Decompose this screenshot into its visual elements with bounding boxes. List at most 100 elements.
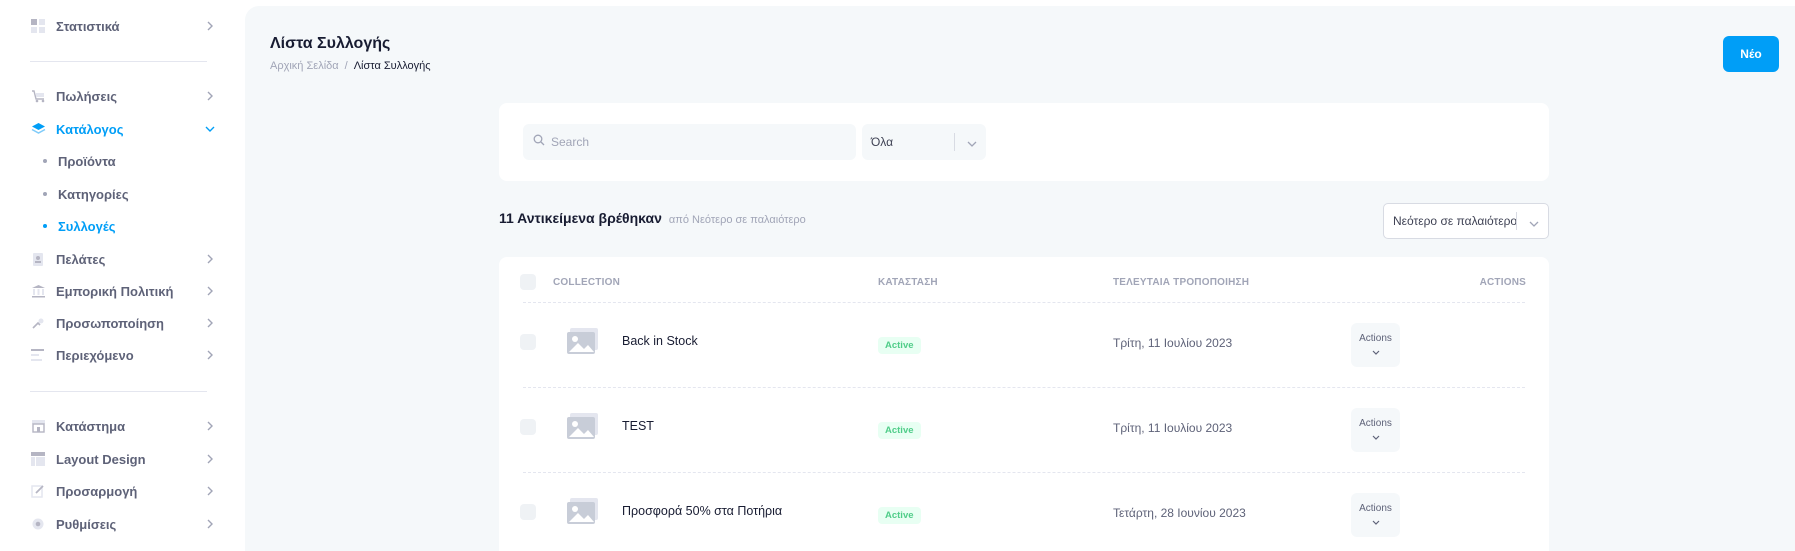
sidebar-item-label: Προσωποποίηση — [56, 315, 164, 331]
sidebar-item-customize[interactable]: Προσαρμογή — [30, 476, 215, 506]
results-sort-hint: από Νεότερο σε παλαιότερο — [668, 214, 806, 226]
stats-icon — [30, 18, 46, 34]
bullet-icon — [43, 192, 47, 196]
breadcrumb-separator: / — [344, 60, 348, 72]
chevron-right-icon — [205, 286, 215, 296]
sidebar: Στατιστικά Πωλήσεις Κατάλογος Προϊόντα Κ… — [0, 0, 245, 551]
sidebar-item-store[interactable]: Κατάστημα — [30, 411, 215, 441]
collections-table: COLLECTION ΚΑΤΑΣΤΑΣΗ ΤΕΛΕΥΤΑΙΑ ΤΡΟΠΟΠΟΙΗ… — [499, 257, 1549, 551]
chevron-right-icon — [205, 350, 215, 360]
sort-select-value: Νεότερο σε παλαιότερο — [1393, 214, 1518, 228]
page-title: Λίστα Συλλογής — [270, 35, 391, 52]
search-box — [523, 124, 856, 160]
chevron-down-icon — [1372, 432, 1380, 443]
sidebar-item-customers[interactable]: Πελάτες — [30, 244, 215, 274]
chevron-right-icon — [205, 91, 215, 101]
chevron-down-icon — [1529, 217, 1539, 231]
column-header-actions: ACTIONS — [1479, 277, 1526, 288]
chevron-right-icon — [205, 519, 215, 529]
bank-icon — [30, 283, 46, 299]
sidebar-subitem-categories[interactable]: Κατηγορίες — [43, 181, 213, 207]
actions-label: Actions — [1359, 417, 1392, 429]
sidebar-item-personalization[interactable]: Προσωποποίηση — [30, 308, 215, 338]
chevron-down-icon — [1372, 347, 1380, 358]
sidebar-item-sales[interactable]: Πωλήσεις — [30, 81, 215, 111]
breadcrumb-home[interactable]: Αρχική Σελίδα — [270, 60, 339, 72]
user-personalize-icon — [30, 315, 46, 331]
image-placeholder-icon — [563, 492, 603, 532]
sidebar-item-commercial-policy[interactable]: Εμπορική Πολιτική — [30, 276, 215, 306]
bullet-icon — [43, 159, 47, 163]
collection-name[interactable]: Προσφορά 50% στα Ποτήρια — [622, 504, 782, 518]
sidebar-item-content[interactable]: Περιεχόμενο — [30, 340, 215, 370]
layers-icon — [30, 121, 46, 137]
main-content: Λίστα Συλλογής Αρχική Σελίδα / Λίστα Συλ… — [245, 6, 1795, 551]
select-divider — [1516, 212, 1517, 230]
collection-name[interactable]: TEST — [622, 419, 654, 433]
search-icon — [533, 133, 545, 151]
sidebar-divider — [30, 61, 207, 62]
chevron-down-icon — [967, 137, 977, 151]
actions-button[interactable]: Actions — [1351, 323, 1400, 367]
breadcrumb: Αρχική Σελίδα / Λίστα Συλλογής — [270, 60, 431, 72]
pencil-icon — [30, 483, 46, 499]
actions-label: Actions — [1359, 332, 1392, 344]
gear-icon — [30, 516, 46, 532]
sidebar-subitem-collections[interactable]: Συλλογές — [43, 213, 213, 239]
cart-icon — [30, 88, 46, 104]
row-checkbox[interactable] — [520, 419, 536, 435]
status-badge: Active — [878, 422, 921, 439]
address-book-icon — [30, 251, 46, 267]
row-divider — [523, 387, 1525, 388]
chevron-right-icon — [205, 254, 215, 264]
column-header-status: ΚΑΤΑΣΤΑΣΗ — [878, 277, 938, 288]
sidebar-divider — [30, 391, 207, 392]
sidebar-subitem-label: Κατηγορίες — [58, 186, 129, 202]
store-icon — [30, 418, 46, 434]
column-header-collection: COLLECTION — [553, 277, 620, 288]
filter-card: Όλα — [499, 103, 1549, 181]
sidebar-item-label: Στατιστικά — [56, 18, 120, 34]
chevron-right-icon — [205, 486, 215, 496]
column-header-last-modified: ΤΕΛΕΥΤΑΙΑ ΤΡΟΠΟΠΟΙΗΣΗ — [1113, 277, 1250, 288]
bullet-icon — [43, 224, 47, 228]
status-select[interactable]: Όλα — [862, 124, 986, 160]
status-badge: Active — [878, 507, 921, 524]
sidebar-item-label: Κατάστημα — [56, 418, 126, 434]
row-checkbox[interactable] — [520, 504, 536, 520]
sidebar-item-label: Εμπορική Πολιτική — [56, 283, 174, 299]
sidebar-item-label: Layout Design — [56, 451, 146, 467]
chevron-down-icon — [1372, 517, 1380, 528]
image-placeholder-icon — [563, 407, 603, 447]
actions-button[interactable]: Actions — [1351, 493, 1400, 537]
row-checkbox[interactable] — [520, 334, 536, 350]
sidebar-item-stats[interactable]: Στατιστικά — [30, 11, 215, 41]
sidebar-item-label: Περιεχόμενο — [56, 347, 134, 363]
sidebar-item-settings[interactable]: Ρυθμίσεις — [30, 509, 215, 539]
sidebar-item-label: Πωλήσεις — [56, 88, 117, 104]
status-badge: Active — [878, 337, 921, 354]
chevron-right-icon — [205, 318, 215, 328]
new-button[interactable]: Νέο — [1723, 36, 1779, 72]
select-divider — [954, 133, 955, 151]
select-all-checkbox[interactable] — [520, 274, 536, 290]
sidebar-subitem-products[interactable]: Προϊόντα — [43, 148, 213, 174]
status-select-value: Όλα — [871, 135, 894, 149]
text-lines-icon — [30, 347, 46, 363]
sidebar-item-label: Προσαρμογή — [56, 483, 138, 499]
sidebar-subitem-label: Προϊόντα — [58, 153, 116, 169]
sidebar-item-label: Πελάτες — [56, 251, 106, 267]
breadcrumb-current: Λίστα Συλλογής — [353, 60, 431, 72]
image-placeholder-icon — [563, 322, 603, 362]
sort-select[interactable]: Νεότερο σε παλαιότερο — [1383, 203, 1549, 239]
row-divider — [523, 472, 1525, 473]
sidebar-item-layout-design[interactable]: Layout Design — [30, 444, 215, 474]
last-modified-date: Τετάρτη, 28 Ιουνίου 2023 — [1113, 506, 1246, 520]
last-modified-date: Τρίτη, 11 Ιουλίου 2023 — [1113, 336, 1233, 350]
search-input[interactable] — [551, 135, 841, 149]
sidebar-item-catalog[interactable]: Κατάλογος — [30, 114, 215, 144]
collection-name[interactable]: Back in Stock — [622, 334, 698, 348]
actions-button[interactable]: Actions — [1351, 408, 1400, 452]
results-count: 11 Αντικείμενα βρέθηκαν — [499, 210, 662, 226]
chevron-right-icon — [205, 21, 215, 31]
